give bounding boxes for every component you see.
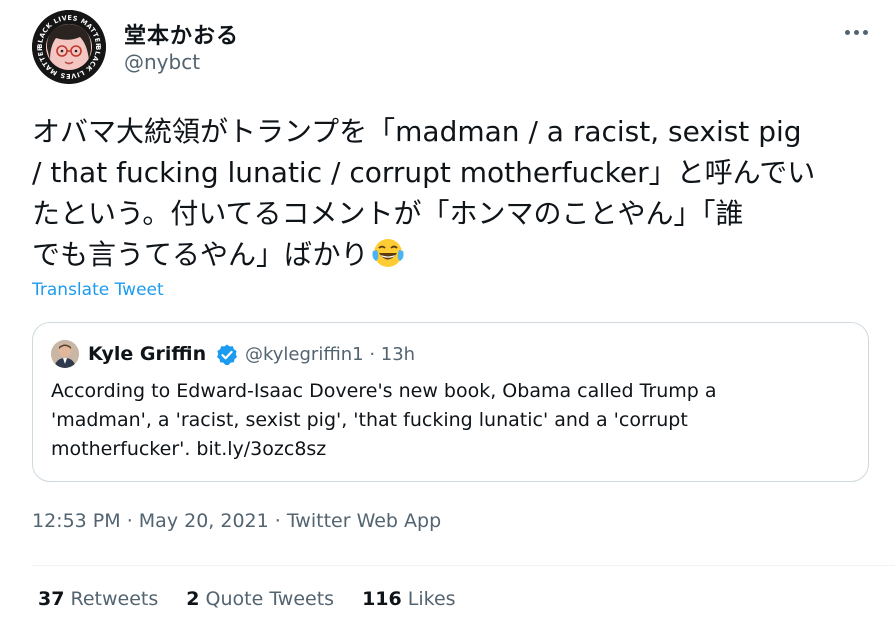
likes-label: Likes	[407, 588, 456, 610]
quoted-text-line: 'madman', a 'racist, sexist pig', 'that …	[51, 409, 688, 431]
quoted-text-line: According to Edward-Isaac Dovere's new b…	[51, 380, 717, 402]
retweets-label: Retweets	[70, 588, 159, 610]
tweet-detail: BLACK LIVES MATTER BLACK LIVES MATTER 堂本…	[0, 0, 895, 628]
meta-separator: ·	[120, 510, 139, 532]
tweet-text-last-line: でも言うてるやん」ばかり	[32, 234, 867, 281]
quoted-tweet-card[interactable]: Kyle Griffin @kylegriffin1 · 13h Accordi…	[32, 322, 869, 482]
quote-tweets-count: 2	[186, 588, 200, 610]
tweet-timestamp: 12:53 PM · May 20, 2021 · Twitter Web Ap…	[32, 510, 441, 532]
likes-count: 116	[362, 588, 402, 610]
retweets-stat[interactable]: 37 Retweets	[38, 588, 158, 610]
avatar-illustration: BLACK LIVES MATTER BLACK LIVES MATTER	[32, 10, 106, 84]
author-display-name[interactable]: 堂本かおる	[124, 18, 239, 50]
likes-stat[interactable]: 116 Likes	[362, 588, 456, 610]
author-avatar[interactable]: BLACK LIVES MATTER BLACK LIVES MATTER	[32, 10, 106, 84]
tears-of-joy-emoji-icon	[371, 236, 405, 281]
tweet-date-link[interactable]: May 20, 2021	[139, 510, 269, 532]
more-options-icon[interactable]	[838, 18, 874, 46]
quoted-text-line: motherfucker'. bit.ly/3ozc8sz	[51, 438, 327, 460]
tweet-text-line: たという。付いてるコメントが「ホンマのことやん」「誰	[32, 197, 744, 230]
tweet-text-line: / that fucking lunatic / corrupt motherf…	[32, 156, 816, 189]
tweet-time-link[interactable]: 12:53 PM	[32, 510, 121, 532]
quote-tweets-label: Quote Tweets	[205, 588, 335, 610]
quoted-author-avatar[interactable]	[51, 340, 79, 368]
tweet-text-line: でも言うてるやん」ばかり	[32, 238, 369, 271]
stats-divider	[32, 565, 895, 566]
tweet-source-link[interactable]: Twitter Web App	[287, 510, 441, 532]
quoted-tweet-text: According to Edward-Isaac Dovere's new b…	[51, 377, 851, 464]
quote-tweets-stat[interactable]: 2 Quote Tweets	[186, 588, 334, 610]
author-handle[interactable]: @nybct	[124, 50, 200, 74]
engagement-stats: 37 Retweets 2 Quote Tweets 116 Likes	[38, 588, 456, 610]
quoted-author-handle: @kylegriffin1 · 13h	[245, 344, 416, 365]
quoted-author-name: Kyle Griffin	[88, 343, 207, 365]
verified-badge-icon	[215, 343, 239, 367]
meta-separator: ·	[268, 510, 287, 532]
tweet-text: オバマ大統領がトランプを「madman / a racist, sexist p…	[32, 111, 867, 281]
tweet-text-line: オバマ大統領がトランプを「madman / a racist, sexist p…	[32, 115, 802, 148]
translate-tweet-link[interactable]: Translate Tweet	[32, 280, 164, 300]
retweets-count: 37	[38, 588, 65, 610]
